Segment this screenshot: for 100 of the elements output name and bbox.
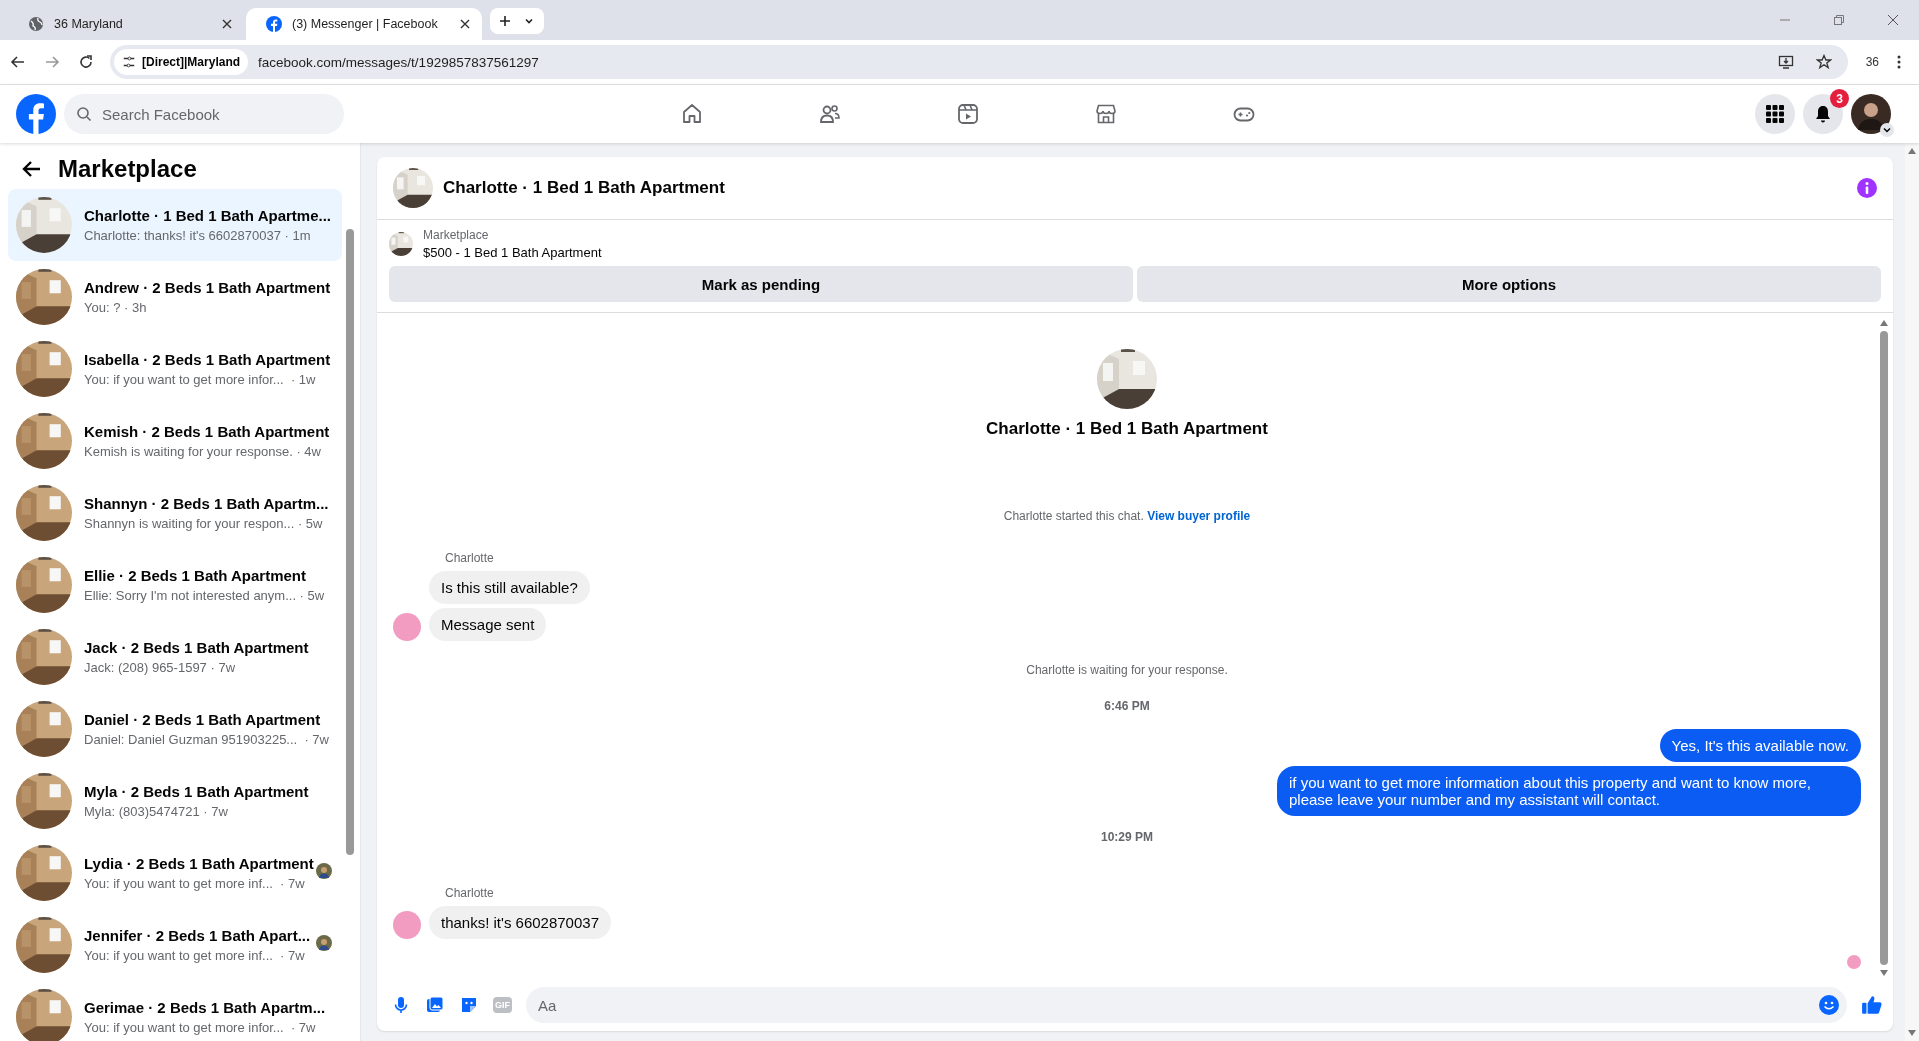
new-tab-button[interactable] — [490, 8, 544, 34]
conversation-item[interactable]: Jennifer · 2 Beds 1 Bath Apart... You: if you want to get more inf... · 7w — [8, 909, 342, 981]
store-icon[interactable] — [1094, 102, 1118, 126]
scroll-down-icon[interactable] — [1907, 1029, 1917, 1037]
scroll-up-icon[interactable] — [1879, 319, 1889, 327]
conversation-preview: You: ? · 3h — [84, 300, 148, 315]
conversation-title: Jennifer · 2 Beds 1 Bath Apart... — [84, 927, 311, 944]
conversation-title: Ellie · 2 Beds 1 Bath Apartment — [84, 567, 307, 584]
conversation-title: Gerimae · 2 Beds 1 Bath Apartm... — [84, 999, 326, 1016]
scrollbar[interactable] — [1905, 143, 1919, 1041]
install-icon[interactable] — [1777, 54, 1794, 70]
conversation-preview: Kemish is waiting for your response. · 4w — [84, 444, 322, 459]
conversation-title: Lydia · 2 Beds 1 Bath Apartment — [84, 855, 314, 872]
notification-badge: 3 — [1830, 89, 1849, 108]
video-icon[interactable] — [956, 102, 980, 126]
menu-icon[interactable] — [1897, 54, 1901, 70]
photo-icon[interactable] — [425, 995, 445, 1015]
read-receipt-icon — [1847, 955, 1861, 969]
message-bubble: thanks! it's 6602870037 — [429, 906, 611, 939]
forward-icon[interactable] — [44, 54, 60, 70]
browser-tab[interactable]: 36 Maryland — [8, 8, 244, 40]
intro-title: Charlotte · 1 Bed 1 Bath Apartment — [986, 419, 1268, 439]
back-icon[interactable] — [22, 159, 42, 179]
conversation-preview: Charlotte: thanks! it's 6602870037 · 1m — [84, 228, 312, 243]
action-button[interactable]: More options — [1137, 266, 1881, 302]
close-icon[interactable] — [1887, 14, 1899, 26]
sidebar-title: Marketplace — [58, 155, 197, 183]
tune-icon — [122, 55, 136, 69]
thumbs-up-icon[interactable] — [1861, 994, 1883, 1016]
conversation-title: Jack · 2 Beds 1 Bath Apartment — [84, 639, 309, 656]
search-field[interactable]: Search Facebook — [64, 94, 344, 134]
profile-button[interactable]: 36 — [1865, 55, 1879, 69]
conversation-preview: Myla: (803)5474721 · 7w — [84, 804, 229, 819]
conversation-item[interactable]: Charlotte · 1 Bed 1 Bath Apartme... Charlotte: thanks! it's 6602870037 · 1m — [8, 189, 342, 261]
browser-tab[interactable]: (3) Messenger | Facebook — [246, 8, 482, 40]
intro-text: Charlotte started this chat. View buyer profile — [1003, 509, 1251, 523]
conversation-item[interactable]: Daniel · 2 Beds 1 Bath Apartment Daniel: Daniel Guzman 951903225... · 7w — [8, 693, 342, 765]
tab-title: 36 Maryland — [54, 17, 124, 31]
sticker-icon[interactable] — [459, 995, 479, 1015]
conversation-item[interactable]: Jack · 2 Beds 1 Bath Apartment Jack: (208) 965-1597 · 7w — [8, 621, 342, 693]
grid-icon — [1765, 104, 1785, 124]
home-icon[interactable] — [680, 102, 704, 126]
avatar-icon[interactable] — [1851, 94, 1891, 134]
conversation-item[interactable]: Shannyn · 2 Beds 1 Bath Apartm... Shannyn is waiting for your respon... · 5w — [8, 477, 342, 549]
message-bubble: Yes, It's this available now. — [1659, 729, 1861, 762]
conversation-preview: Ellie: Sorry I'm not interested anym... · 5w — [84, 588, 325, 603]
globe-icon — [28, 16, 44, 32]
facebook-icon — [266, 16, 282, 32]
site-info-chip[interactable]: [Direct]|Maryland — [114, 49, 249, 75]
sender-name: Charlotte — [445, 886, 495, 900]
restore-icon[interactable] — [1833, 14, 1845, 26]
bell-icon — [1813, 104, 1833, 124]
search-icon — [76, 106, 92, 122]
message-field[interactable]: Aa — [526, 987, 1847, 1023]
address-bar[interactable]: [Direct]|Maryland facebook.com/messages/t/1929857837561297 — [110, 45, 1848, 79]
scroll-up-icon[interactable] — [1907, 147, 1917, 155]
message-bubble: if you want to get more information about this property and want to know more, please leave your number and my assistant will contact. — [1277, 766, 1861, 816]
chat-notice: Charlotte is waiting for your response. — [1025, 663, 1229, 677]
chevron-down-icon[interactable] — [1880, 123, 1894, 137]
conversation-item[interactable]: Ellie · 2 Beds 1 Bath Apartment Ellie: Sorry I'm not interested anym... · 5w — [8, 549, 342, 621]
conversation-preview: You: if you want to get more infor... · 1w — [84, 372, 317, 387]
conversation-title: Kemish · 2 Beds 1 Bath Apartment — [84, 423, 330, 440]
tab-title: (3) Messenger | Facebook — [292, 17, 439, 31]
reload-icon[interactable] — [78, 54, 94, 70]
sender-name: Charlotte — [445, 551, 495, 565]
conversation-item[interactable]: Isabella · 2 Beds 1 Bath Apartment You: if you want to get more infor... · 1w — [8, 333, 342, 405]
conversation-item[interactable]: Kemish · 2 Beds 1 Bath Apartment Kemish is waiting for your response. · 4w — [8, 405, 342, 477]
close-icon[interactable] — [222, 19, 232, 29]
message-bubble: Is this still available? — [429, 571, 590, 604]
conversation-title: Daniel · 2 Beds 1 Bath Apartment — [84, 711, 322, 728]
menu-button[interactable] — [1755, 94, 1795, 134]
friends-icon[interactable] — [818, 102, 842, 126]
buyer-profile-link[interactable]: View buyer profile — [1147, 509, 1251, 523]
site-label: [Direct]|Maryland — [142, 55, 241, 69]
facebook-logo-icon[interactable] — [16, 94, 56, 134]
chat-title: Charlotte · 1 Bed 1 Bath Apartment — [443, 178, 725, 198]
message-bubble: Message sent — [429, 608, 547, 641]
listing-title: $500 - 1 Bed 1 Bath Apartment — [423, 245, 602, 260]
conversation-item[interactable]: Myla · 2 Beds 1 Bath Apartment Myla: (803)5474721 · 7w — [8, 765, 342, 837]
emoji-icon[interactable] — [1819, 995, 1839, 1015]
timestamp: 10:29 PM — [1100, 830, 1154, 844]
back-icon[interactable] — [10, 54, 26, 70]
listing-label: Marketplace — [423, 228, 490, 242]
conversation-item[interactable]: Gerimae · 2 Beds 1 Bath Apartm... You: if you want to get more infor... · 7w — [8, 981, 342, 1041]
star-icon[interactable] — [1815, 54, 1832, 70]
action-button[interactable]: Mark as pending — [389, 266, 1133, 302]
conversation-title: Charlotte · 1 Bed 1 Bath Apartme... — [84, 207, 331, 224]
conversation-item[interactable]: Andrew · 2 Beds 1 Bath Apartment You: ? · 3h — [8, 261, 342, 333]
conversation-preview: You: if you want to get more inf... · 7w — [84, 876, 306, 891]
notifications-button[interactable] — [1803, 94, 1843, 134]
conversation-preview: Shannyn is waiting for your respon... · 5w — [84, 516, 324, 531]
conversation-preview: You: if you want to get more inf... · 7w — [84, 948, 306, 963]
conversation-title: Shannyn · 2 Beds 1 Bath Apartm... — [84, 495, 329, 512]
conversation-preview: You: if you want to get more infor... · 7w — [84, 1020, 317, 1035]
close-icon[interactable] — [460, 19, 470, 29]
conversation-preview: Jack: (208) 965-1597 · 7w — [84, 660, 237, 675]
info-icon[interactable] — [1857, 178, 1877, 198]
conversation-title: Myla · 2 Beds 1 Bath Apartment — [84, 783, 309, 800]
conversation-item[interactable]: Lydia · 2 Beds 1 Bath Apartment You: if you want to get more inf... · 7w — [8, 837, 342, 909]
scroll-down-icon[interactable] — [1879, 969, 1889, 977]
